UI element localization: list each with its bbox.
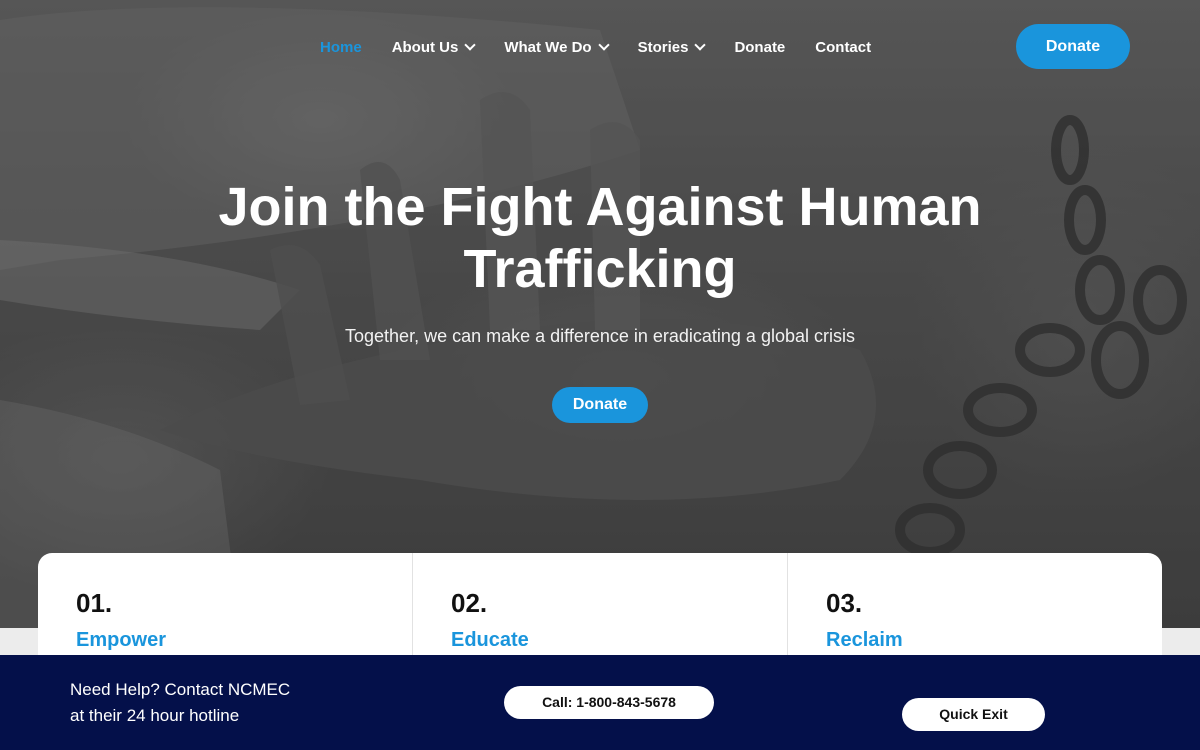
card-number: 03. — [826, 588, 863, 618]
help-hotline-bar: Need Help? Contact NCMEC at their 24 hou… — [0, 655, 1200, 750]
hero-section: Home About Us What We Do Stories Donate … — [0, 0, 1200, 628]
quick-exit-button[interactable]: Quick Exit — [902, 698, 1045, 731]
call-hotline-button[interactable]: Call: 1-800-843-5678 — [504, 686, 714, 719]
nav-item-home[interactable]: Home — [320, 39, 362, 56]
main-navigation: Home About Us What We Do Stories Donate … — [0, 24, 1200, 70]
nav-item-label: Contact — [815, 38, 872, 56]
hero-title: Join the Fight Against Human Trafficking — [218, 177, 982, 299]
nav-item-donate[interactable]: Donate — [734, 39, 785, 56]
hero-content: Join the Fight Against Human Trafficking… — [0, 176, 1200, 423]
nav-links: Home About Us What We Do Stories Donate … — [320, 24, 871, 70]
chevron-down-icon — [597, 39, 610, 51]
hero-donate-button[interactable]: Donate — [552, 387, 648, 423]
hero-subtitle: Together, we can make a difference in er… — [345, 326, 855, 346]
nav-donate-button[interactable]: Donate — [1016, 24, 1130, 69]
nav-item-what-we-do[interactable]: What We Do — [504, 38, 610, 56]
nav-item-label: Stories — [637, 38, 689, 56]
card-number: 01. — [76, 588, 113, 618]
card-number: 02. — [451, 588, 488, 618]
help-text-line2: at their 24 hour hotline — [70, 706, 240, 725]
nav-item-label: What We Do — [504, 38, 592, 56]
chevron-down-icon — [464, 39, 477, 51]
nav-item-label: Donate — [734, 38, 786, 56]
chevron-down-icon — [694, 39, 707, 51]
nav-item-stories[interactable]: Stories — [637, 38, 707, 56]
card-title[interactable]: Reclaim — [826, 629, 1124, 652]
nav-item-label: About Us — [391, 38, 459, 56]
help-text-line1: Need Help? Contact NCMEC — [70, 680, 291, 699]
card-title[interactable]: Empower — [76, 629, 374, 652]
help-text: Need Help? Contact NCMEC at their 24 hou… — [70, 677, 290, 729]
card-title[interactable]: Educate — [451, 629, 749, 652]
nav-item-contact[interactable]: Contact — [815, 39, 871, 56]
nav-item-about-us[interactable]: About Us — [391, 38, 477, 56]
nav-item-label: Home — [320, 38, 362, 56]
